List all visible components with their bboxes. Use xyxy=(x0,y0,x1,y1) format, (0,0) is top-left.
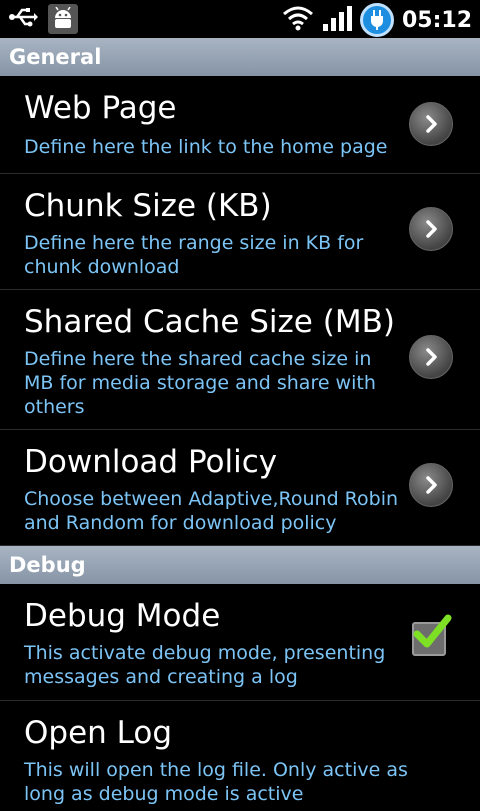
pref-shared-cache-size[interactable]: Shared Cache Size (MB) Define here the s… xyxy=(0,290,480,430)
pref-download-policy[interactable]: Download Policy Choose between Adaptive,… xyxy=(0,430,480,546)
pref-title: Chunk Size (KB) xyxy=(24,188,272,224)
wifi-icon xyxy=(282,5,314,35)
status-bar: 05:12 xyxy=(0,0,480,38)
pref-summary: Choose between Adaptive,Round Robin and … xyxy=(24,488,399,534)
usb-icon xyxy=(8,6,38,32)
pref-web-page[interactable]: Web Page Define here the link to the hom… xyxy=(0,76,480,174)
pref-summary: This will open the log file. Only active… xyxy=(24,759,408,805)
pref-title: Web Page xyxy=(24,90,177,126)
section-header-debug: Debug xyxy=(0,546,480,584)
pref-chunk-size[interactable]: Chunk Size (KB) Define here the range si… xyxy=(0,174,480,290)
section-header-general: General xyxy=(0,38,480,76)
pref-open-log[interactable]: Open Log This will open the log file. On… xyxy=(0,701,480,811)
android-debug-icon xyxy=(48,4,78,34)
checkmark-icon xyxy=(413,614,452,648)
pref-summary: Define here the range size in KB for chu… xyxy=(24,232,364,278)
battery-charging-icon xyxy=(359,3,394,37)
pref-debug-mode[interactable]: Debug Mode This activate debug mode, pre… xyxy=(0,584,480,701)
pref-summary: Define here the shared cache size in MB … xyxy=(24,348,376,418)
chevron-right-icon[interactable] xyxy=(409,335,453,379)
pref-title: Shared Cache Size (MB) xyxy=(24,304,395,340)
pref-summary: This activate debug mode, presenting mes… xyxy=(24,642,386,688)
chevron-right-icon[interactable] xyxy=(409,102,453,146)
chevron-right-icon[interactable] xyxy=(409,463,453,507)
chevron-right-icon[interactable] xyxy=(409,207,453,251)
clock: 05:12 xyxy=(401,7,472,33)
pref-title: Debug Mode xyxy=(24,598,221,634)
signal-icon xyxy=(322,4,352,36)
pref-title: Open Log xyxy=(24,715,173,751)
pref-title: Download Policy xyxy=(24,444,278,480)
debug-mode-checkbox[interactable] xyxy=(412,614,452,656)
pref-summary: Define here the link to the home page xyxy=(24,136,388,158)
